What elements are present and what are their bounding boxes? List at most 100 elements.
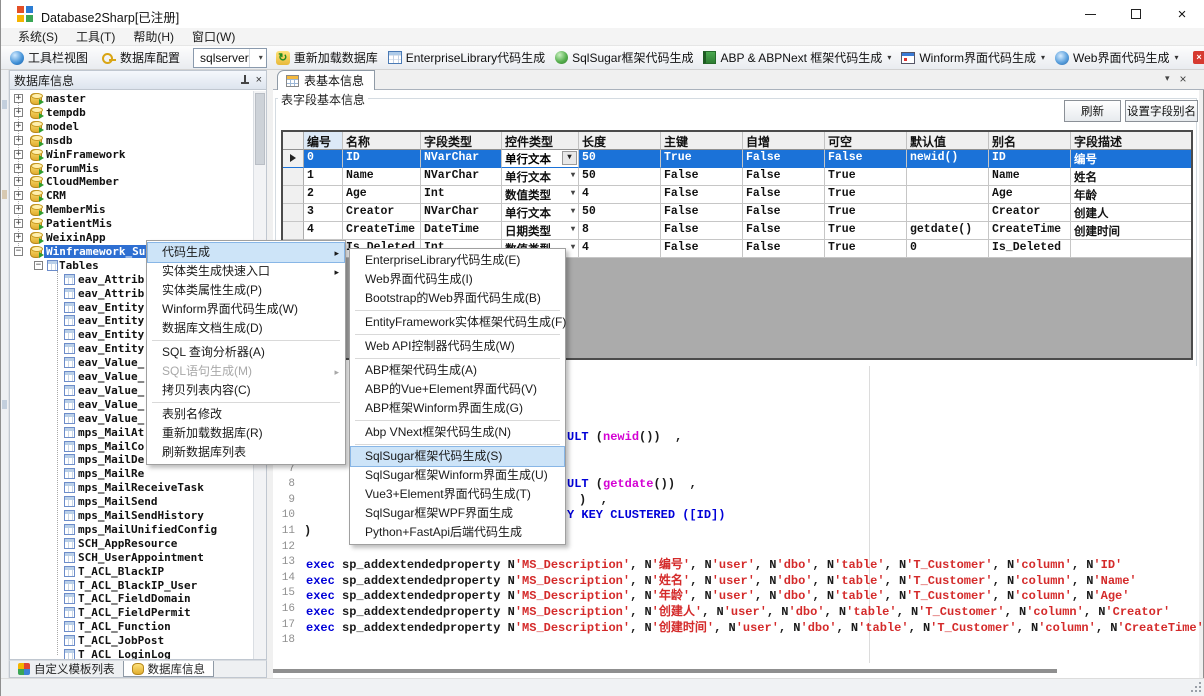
close-button[interactable]: × [1159,0,1204,28]
grid-cell[interactable]: Int [421,186,502,204]
panel-tab-templates[interactable]: 自定义模板列表 [10,661,123,677]
collapse-icon[interactable]: − [34,261,43,270]
grid-cell[interactable]: True [825,204,907,222]
toolbar-abp-button[interactable]: ABP & ABPNext 框架代码生成▾ [698,47,896,69]
grid-cell[interactable]: newid() [907,150,989,168]
toolbar-reload-button[interactable]: ↻重新加载数据库 [271,47,383,69]
grid-cell[interactable]: NVarChar [421,168,502,186]
grid-cell[interactable] [907,204,989,222]
dropdown-button[interactable]: ▾ [562,151,577,165]
menu-tools[interactable]: 工具(T) [67,28,124,46]
context-menu-item-12[interactable]: 刷新数据库列表 [148,443,344,462]
submenu-item-0[interactable]: EnterpriseLibrary代码生成(E) [351,251,564,270]
toolbar-exit-button[interactable]: ×退出 [1188,47,1204,69]
submenu-item-6[interactable]: Web API控制器代码生成(W) [351,337,564,356]
grid-cell[interactable]: True [825,240,907,258]
menu-window[interactable]: 窗口(W) [183,28,244,46]
grid-cell[interactable]: 50 [579,204,661,222]
grid-cell[interactable]: 3 [304,204,343,222]
submenu-item-14[interactable]: SqlSugar框架代码生成(S) [351,447,564,466]
submenu-item-9[interactable]: ABP的Vue+Element界面代码(V) [351,380,564,399]
chevron-down-icon[interactable]: ▾ [1174,53,1178,62]
panel-tab-database[interactable]: 数据库信息 [123,661,215,677]
grid-cell[interactable]: ID [989,150,1071,168]
table-row[interactable]: 0IDNVarChar单行文本▾50TrueFalseFalsenewid()I… [283,150,1191,168]
grid-cell[interactable]: NVarChar [421,204,502,222]
submenu-item-8[interactable]: ABP框架代码生成(A) [351,361,564,380]
toolbar-web-button[interactable]: Web界面代码生成▾ [1050,47,1183,69]
grid-cell[interactable]: False [743,150,825,168]
grid-cell[interactable]: DateTime [421,222,502,240]
row-selector[interactable] [283,168,304,186]
submenu-item-10[interactable]: ABP框架Winform界面生成(G) [351,399,564,418]
context-menu-item-8[interactable]: 拷贝列表内容(C) [148,381,344,400]
grid-header-4[interactable]: 长度 [579,132,661,150]
grid-cell[interactable] [907,168,989,186]
context-menu-item-7[interactable]: SQL语句生成(M)▸ [148,362,344,381]
expand-icon[interactable]: + [14,219,23,228]
expand-icon[interactable]: + [14,191,23,200]
table-row[interactable]: 2AgeInt数值类型▾4FalseFalseTrueAge年龄 [283,186,1191,204]
grid-cell[interactable]: 创建时间 [1071,222,1193,240]
row-selector[interactable] [283,186,304,204]
maximize-button[interactable] [1113,0,1159,28]
grid-header-6[interactable]: 自增 [743,132,825,150]
grid-cell[interactable]: 4 [304,222,343,240]
resize-grip[interactable] [1191,682,1202,693]
expand-icon[interactable]: + [14,205,23,214]
grid-cell[interactable]: False [743,168,825,186]
grid-cell[interactable] [907,186,989,204]
submenu-item-1[interactable]: Web界面代码生成(I) [351,270,564,289]
grid-cell[interactable]: NVarChar [421,150,502,168]
grid-header-9[interactable]: 别名 [989,132,1071,150]
grid-cell[interactable]: Age [343,186,421,204]
chevron-down-icon[interactable]: ▾ [571,190,575,198]
grid-cell[interactable]: False [661,204,743,222]
grid-cell[interactable]: Is_Deleted [989,240,1071,258]
grid-cell[interactable]: False [661,168,743,186]
toolbar-sqlsugar-button[interactable]: SqlSugar框架代码生成 [550,47,698,69]
menu-system[interactable]: 系统(S) [9,28,67,46]
grid-cell[interactable]: False [825,150,907,168]
grid-cell[interactable]: 4 [579,186,661,204]
row-selector[interactable] [283,222,304,240]
context-menu-item-6[interactable]: SQL 查询分析器(A) [148,343,344,362]
grid-cell[interactable]: 数值类型▾ [502,186,579,204]
grid-cell[interactable]: Creator [343,204,421,222]
grid-cell[interactable]: False [743,222,825,240]
grid-cell[interactable]: 单行文本▾ [502,168,579,186]
refresh-button[interactable]: 刷新 [1064,100,1121,122]
table-row[interactable]: 4CreateTimeDateTime日期类型▾8FalseFalseTrueg… [283,222,1191,240]
chevron-down-icon[interactable]: ▾ [1041,53,1045,62]
submenu-item-12[interactable]: Abp VNext框架代码生成(N) [351,423,564,442]
expand-icon[interactable]: + [14,164,23,173]
grid-header-0[interactable]: 编号 [304,132,343,150]
expand-icon[interactable]: + [14,177,23,186]
grid-cell[interactable]: 年龄 [1071,186,1193,204]
scrollbar-thumb[interactable] [255,93,265,165]
context-menu-item-3[interactable]: Winform界面代码生成(W) [148,300,344,319]
grid-cell[interactable]: False [661,186,743,204]
grid-cell[interactable]: 0 [907,240,989,258]
context-menu-item-2[interactable]: 实体类属性生成(P) [148,281,344,300]
set-field-alias-button[interactable]: 设置字段别名 [1125,100,1198,122]
grid-cell[interactable]: True [825,222,907,240]
submenu-item-2[interactable]: Bootstrap的Web界面代码生成(B) [351,289,564,308]
grid-cell[interactable]: ID [343,150,421,168]
grid-cell[interactable]: True [825,186,907,204]
row-selector[interactable] [283,204,304,222]
chevron-down-icon[interactable]: ▾ [571,208,575,216]
table-row[interactable]: 1NameNVarChar单行文本▾50FalseFalseTrueName姓名 [283,168,1191,186]
context-menu-item-0[interactable]: 代码生成▸ [148,243,344,262]
grid-header-8[interactable]: 默认值 [907,132,989,150]
grid-cell[interactable]: Age [989,186,1071,204]
grid-header-7[interactable]: 可空 [825,132,907,150]
tab-table-basic-info[interactable]: 表基本信息 [277,70,375,90]
submenu-item-15[interactable]: SqlSugar框架Winform界面生成(U) [351,466,564,485]
pin-icon[interactable] [240,75,250,85]
submenu-item-16[interactable]: Vue3+Element界面代码生成(T) [351,485,564,504]
expand-icon[interactable]: + [14,233,23,242]
expand-icon[interactable]: + [14,136,23,145]
chevron-down-icon[interactable]: ▾ [571,226,575,234]
grid-cell[interactable]: False [743,186,825,204]
